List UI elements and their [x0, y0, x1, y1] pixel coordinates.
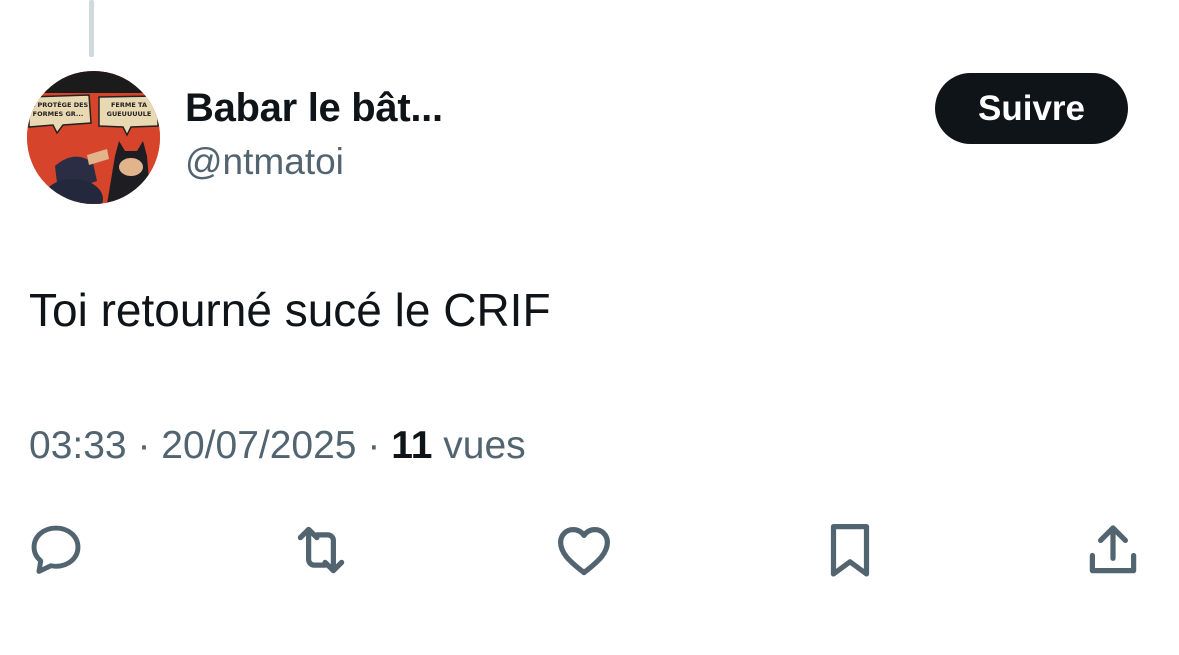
like-icon: [558, 527, 610, 576]
author-handle[interactable]: @ntmatoi: [185, 141, 344, 183]
tweet-meta: 03:33 · 20/07/2025 · 11 vues: [29, 424, 526, 468]
meta-separator: ·: [367, 424, 381, 467]
tweet-time[interactable]: 03:33: [29, 424, 127, 467]
views-count: 11: [391, 424, 433, 467]
svg-text:GUEUUUULE: GUEUUUULE: [107, 110, 152, 118]
svg-text:FERME TA: FERME TA: [111, 101, 147, 109]
tweet-actions-bar: [0, 517, 1179, 587]
share-icon: [1089, 525, 1137, 574]
avatar[interactable]: JA PROTÈGE DES FORMES GR... FERME TA GUE…: [27, 71, 160, 204]
views-label: vues: [443, 424, 526, 467]
meta-separator: ·: [137, 424, 151, 467]
author-display-name[interactable]: Babar le bât...: [185, 86, 443, 131]
bookmark-button[interactable]: [817, 517, 883, 583]
avatar-image: JA PROTÈGE DES FORMES GR... FERME TA GUE…: [27, 71, 160, 204]
like-button[interactable]: [551, 517, 617, 583]
tweet-date[interactable]: 20/07/2025: [161, 424, 356, 467]
bookmark-icon: [830, 524, 870, 577]
retweet-button[interactable]: [288, 517, 354, 583]
retweet-icon: [297, 526, 345, 574]
reply-icon: [31, 525, 81, 574]
share-button[interactable]: [1080, 517, 1146, 583]
follow-button[interactable]: Suivre: [935, 73, 1128, 144]
svg-text:FORMES GR...: FORMES GR...: [33, 110, 84, 118]
reply-button[interactable]: [23, 517, 89, 583]
svg-text:JA PROTÈGE DES: JA PROTÈGE DES: [27, 100, 89, 109]
tweet-text: Toi retourné sucé le CRIF: [29, 284, 551, 336]
thread-connector-line: [89, 0, 94, 57]
